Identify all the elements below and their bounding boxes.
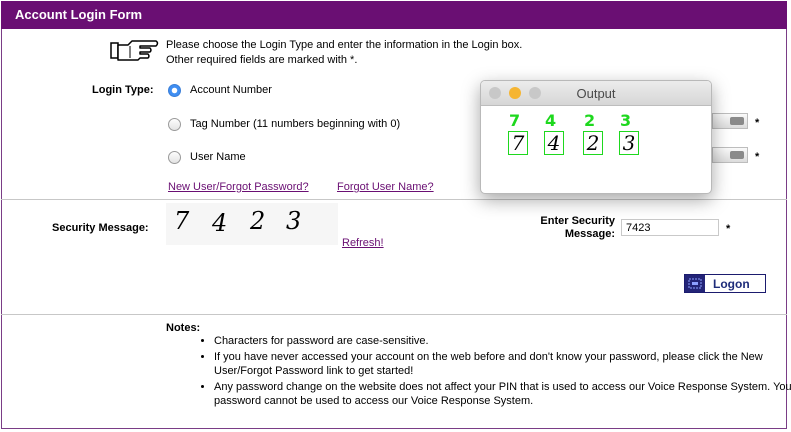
option-tag-number-label: Tag Number (11 numbers beginning with 0): [190, 118, 401, 130]
enter-security-message-label: Enter Security Message:: [520, 215, 615, 241]
enter-security-label-line2: Message:: [564, 228, 615, 240]
security-message-input[interactable]: 7423: [621, 219, 719, 236]
instruction-end: .: [354, 54, 358, 66]
password-input-field[interactable]: [712, 147, 748, 163]
pointing-hand-icon: [110, 38, 160, 64]
login-input-field[interactable]: [712, 113, 748, 129]
logon-button-label: Logon: [713, 276, 750, 291]
required-marker-security: *: [726, 223, 731, 235]
form-title: Account Login Form: [1, 1, 787, 29]
logon-icon: [685, 275, 705, 292]
note-item: Characters for password are case-sensiti…: [214, 334, 791, 348]
detection-label: 4: [545, 111, 557, 130]
new-user-forgot-password-link[interactable]: New User/Forgot Password?: [168, 181, 309, 193]
required-marker-password: *: [755, 151, 760, 163]
forgot-user-name-link[interactable]: Forgot User Name?: [337, 181, 434, 193]
captcha-char: 4: [212, 209, 228, 237]
radio-user-name[interactable]: [168, 151, 181, 164]
option-account-number-label: Account Number: [190, 84, 272, 96]
note-item: If you have never accessed your account …: [214, 350, 791, 378]
output-window: Output 7 7 4 4 2 2 3 3: [480, 80, 712, 194]
required-marker-login: *: [755, 117, 760, 129]
logon-button[interactable]: Logon: [684, 274, 766, 293]
notes-heading: Notes:: [166, 322, 201, 334]
security-message-label: Security Message:: [52, 222, 149, 234]
note-item: Any password change on the website does …: [214, 380, 791, 408]
enter-security-label-line1: Enter Security: [540, 215, 615, 227]
detection-box: 2: [583, 131, 603, 155]
option-user-name-label: User Name: [190, 151, 246, 163]
detection-label: 3: [620, 111, 632, 130]
refresh-captcha-link[interactable]: Refresh!: [342, 237, 384, 249]
captcha-char: 7: [174, 207, 190, 235]
instruction-line-1: Please choose the Login Type and enter t…: [166, 39, 523, 51]
radio-account-number[interactable]: [168, 84, 181, 97]
detection-label: 2: [584, 111, 596, 130]
captcha-image: 7 4 2 3: [166, 203, 338, 245]
detection-box: 3: [619, 131, 639, 155]
detection-label: 7: [509, 111, 521, 130]
keychain-icon: [730, 117, 744, 125]
keychain-icon: [730, 151, 744, 159]
output-window-titlebar[interactable]: Output: [481, 81, 711, 106]
section-divider: [1, 314, 787, 315]
instruction-text: Other required fields are marked with: [166, 54, 347, 66]
detection-box: 4: [544, 131, 564, 155]
captcha-char: 2: [250, 207, 266, 235]
radio-tag-number[interactable]: [168, 118, 181, 131]
output-window-title: Output: [576, 86, 616, 101]
captcha-char: 3: [286, 207, 302, 235]
instruction-line-2: Other required fields are marked with *.: [166, 53, 357, 68]
login-type-label: Login Type:: [92, 84, 154, 96]
section-divider: [1, 199, 787, 200]
notes-list: Characters for password are case-sensiti…: [182, 334, 791, 410]
detection-box: 7: [508, 131, 528, 155]
